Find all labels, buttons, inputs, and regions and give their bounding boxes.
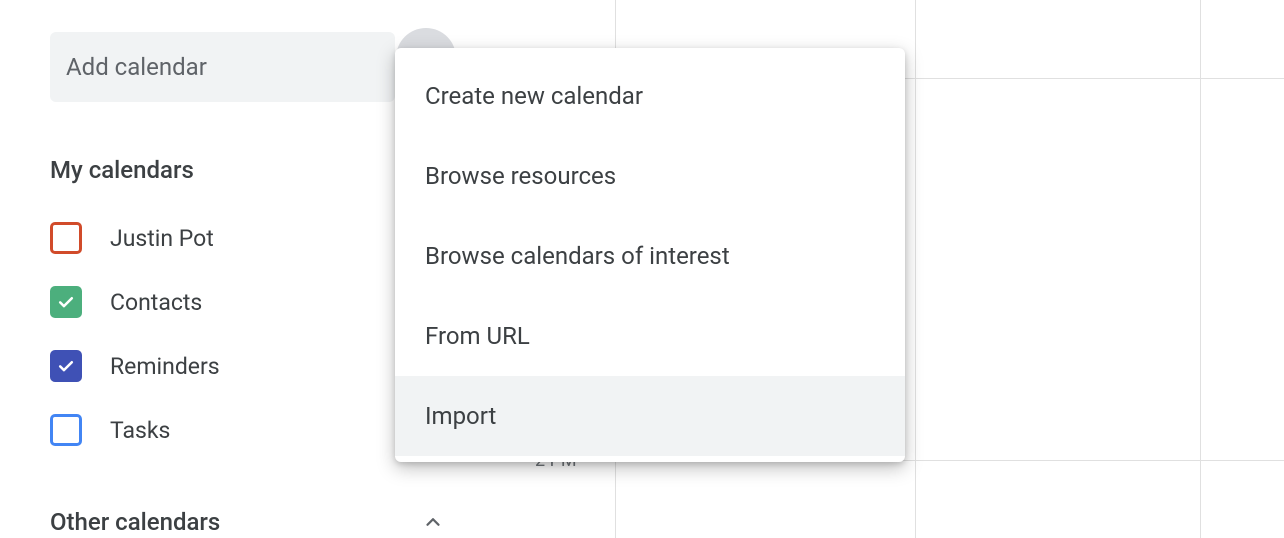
calendar-checkbox[interactable] [50,222,82,254]
menu-item-import[interactable]: Import [395,376,905,456]
other-calendars-header[interactable]: Other calendars [50,502,445,538]
menu-item-browse-resources[interactable]: Browse resources [395,136,905,216]
menu-item-label: Import [425,402,496,430]
add-calendar-input[interactable]: Add calendar [50,32,395,102]
calendar-checkbox[interactable] [50,414,82,446]
my-calendars-header[interactable]: My calendars [50,150,445,190]
calendar-checkbox[interactable] [50,286,82,318]
menu-item-label: Browse calendars of interest [425,242,730,270]
menu-item-label: Browse resources [425,162,616,190]
add-calendar-menu: Create new calendar Browse resources Bro… [395,48,905,462]
left-sidebar: Add calendar My calendars Justin Pot Con… [0,0,460,538]
check-icon [56,356,76,376]
section-title: Other calendars [50,508,220,536]
calendar-label: Tasks [110,417,170,444]
check-icon [56,292,76,312]
menu-item-create-new-calendar[interactable]: Create new calendar [395,56,905,136]
menu-item-label: Create new calendar [425,82,643,110]
menu-item-from-url[interactable]: From URL [395,296,905,376]
menu-item-browse-calendars-of-interest[interactable]: Browse calendars of interest [395,216,905,296]
grid-vline [1200,0,1201,538]
add-calendar-placeholder: Add calendar [66,53,207,81]
chevron-up-icon[interactable] [421,510,445,534]
grid-vline [915,0,916,538]
calendar-label: Justin Pot [110,225,214,252]
calendar-checkbox[interactable] [50,350,82,382]
calendar-label: Contacts [110,289,202,316]
section-title: My calendars [50,156,194,184]
menu-item-label: From URL [425,322,530,350]
calendar-label: Reminders [110,353,220,380]
